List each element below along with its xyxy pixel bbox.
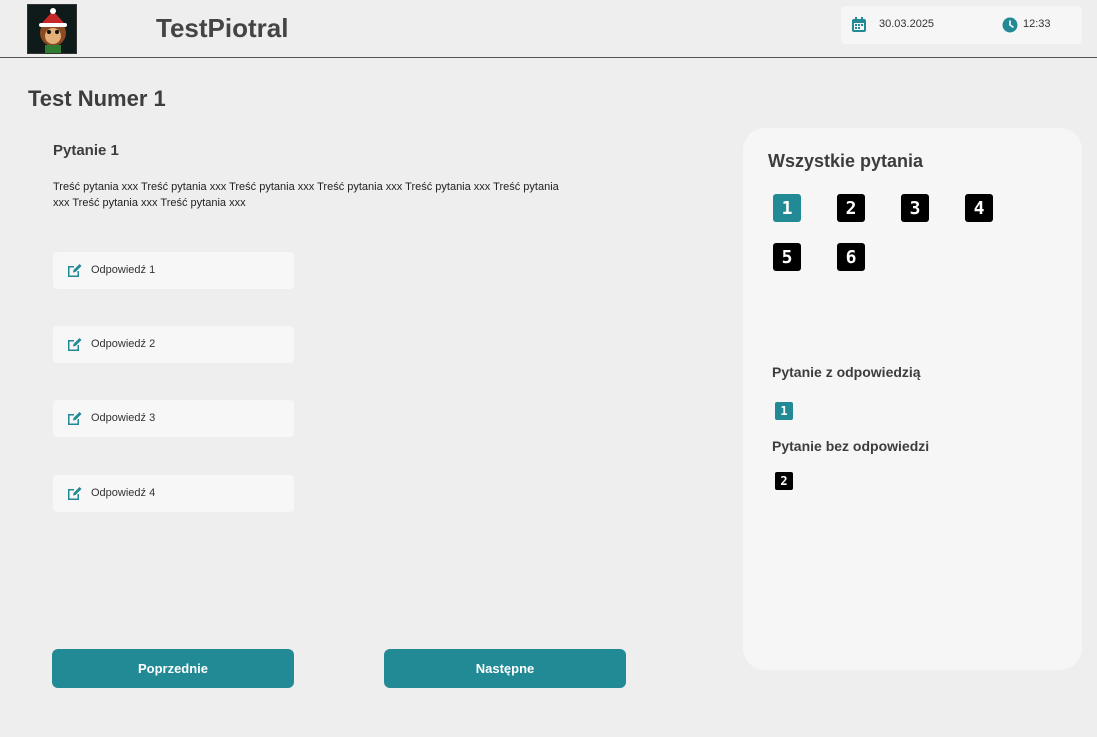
edit-icon [68,487,82,500]
legend-answered-label: Pytanie z odpowiedzią [772,364,921,380]
question-nav-4[interactable]: 4 [965,194,993,222]
panel-title: Wszystkie pytania [768,151,924,171]
app-logo[interactable] [27,4,77,54]
answer-option-2[interactable]: Odpowiedź 2 [53,326,294,363]
clock-icon [1002,17,1018,33]
calendar-icon [852,17,866,32]
question-nav-6[interactable]: 6 [837,243,865,271]
answer-label: Odpowiedź 1 [91,264,156,276]
question-title: Pytanie 1 [53,142,119,159]
next-button[interactable]: Następne [384,649,626,688]
question-nav-3[interactable]: 3 [901,194,929,222]
date-text: 30.03.2025 [879,18,935,30]
answer-label: Odpowiedź 2 [91,338,156,350]
previous-button[interactable]: Poprzednie [52,649,294,688]
legend-unanswered-chip: 2 [775,472,793,490]
edit-icon [68,412,82,425]
header: TestPiotral 30.03.2025 12:33 [0,0,1097,58]
question-nav-5[interactable]: 5 [773,243,801,271]
monkey-santa-logo-icon [28,5,76,53]
answer-label: Odpowiedź 4 [91,487,156,499]
legend-answered-chip: 1 [775,402,793,420]
question-nav-1[interactable]: 1 [773,194,801,222]
question-text: Treść pytania xxx Treść pytania xxx Treś… [53,181,559,209]
app-title: TestPiotral [156,13,289,43]
answer-option-4[interactable]: Odpowiedź 4 [53,475,294,512]
answer-option-1[interactable]: Odpowiedź 1 [53,252,294,289]
page-title: Test Numer 1 [28,86,166,111]
answer-label: Odpowiedź 3 [91,412,156,424]
legend-unanswered-label: Pytanie bez odpowiedzi [772,438,930,454]
question-nav-2[interactable]: 2 [837,194,865,222]
edit-icon [68,338,82,351]
edit-icon [68,264,82,277]
time-text: 12:33 [1023,18,1051,30]
datetime-box: 30.03.2025 12:33 [841,6,1082,44]
answer-option-3[interactable]: Odpowiedź 3 [53,400,294,437]
questions-panel: Wszystkie pytania 1 2 3 4 5 6 Pytanie z … [743,128,1082,670]
